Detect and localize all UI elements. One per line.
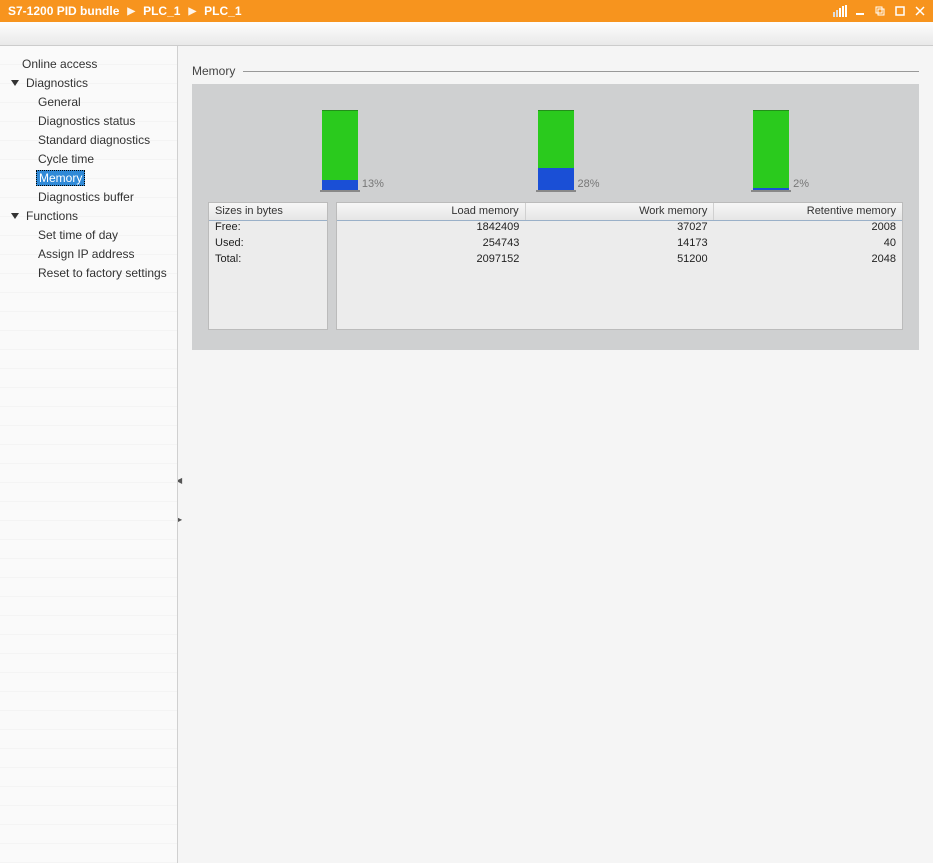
tree-item-set-time-of-day[interactable]: Set time of day <box>0 225 177 244</box>
bar-chart <box>753 110 789 190</box>
table-row: Total: <box>209 253 327 269</box>
nav-tree: Online access Diagnostics General Diagnosti… <box>0 46 177 282</box>
table-header-sizes: Sizes in bytes <box>209 203 327 220</box>
cell-value: 254743 <box>337 237 525 253</box>
close-button[interactable] <box>913 4 927 18</box>
tree-item-label: Diagnostics buffer <box>36 189 136 205</box>
splitter-left-icon[interactable]: ◀ <box>178 476 182 485</box>
breadcrumb-item[interactable]: PLC_1 <box>143 4 180 18</box>
memory-bar-load-memory: 13% <box>232 110 448 190</box>
panel-title: Memory <box>192 64 235 78</box>
row-label: Used: <box>209 237 327 253</box>
splitter-right-icon[interactable]: ▶ <box>178 515 182 524</box>
table-row: 2547431417340 <box>337 237 902 253</box>
chevron-right-icon: ▶ <box>188 6 196 17</box>
toolbar <box>0 22 933 46</box>
tree-item-label: Cycle time <box>36 151 96 167</box>
bar-chart <box>538 110 574 190</box>
content-area: ◀ ▶ Memory 13% 28% 2% Sizes in bytes Free:… <box>178 46 933 863</box>
tree-item-label: Reset to factory settings <box>36 265 169 281</box>
tree-item-general[interactable]: General <box>0 92 177 111</box>
tree-item-label: Diagnostics status <box>36 113 137 129</box>
titlebar: S7-1200 PID bundle ▶ PLC_1 ▶ PLC_1 <box>0 0 933 22</box>
tree-item-label: Online access <box>20 56 99 72</box>
tree-item-label: Diagnostics <box>24 75 90 91</box>
tree-item-functions[interactable]: Functions <box>0 206 177 225</box>
tree-item-label: Memory <box>36 170 85 186</box>
column-header[interactable]: Retentive memory <box>714 203 902 220</box>
signal-bars-icon <box>833 5 847 17</box>
column-header[interactable]: Load memory <box>337 203 526 220</box>
memory-table: Sizes in bytes Free:Used:Total: Load mem… <box>208 202 903 330</box>
tree-item-assign-ip-address[interactable]: Assign IP address <box>0 244 177 263</box>
bar-chart <box>322 110 358 190</box>
cell-value: 14173 <box>525 237 713 253</box>
cell-value: 40 <box>714 237 902 253</box>
maximize-button[interactable] <box>893 4 907 18</box>
column-header[interactable]: Work memory <box>526 203 715 220</box>
tree-item-label: Functions <box>24 208 80 224</box>
tree-item-label: Set time of day <box>36 227 120 243</box>
row-label: Free: <box>209 221 327 237</box>
caret-down-icon[interactable] <box>10 78 20 88</box>
cell-value: 2008 <box>714 221 902 237</box>
table-row: 2097152512002048 <box>337 253 902 269</box>
row-label: Total: <box>209 253 327 269</box>
tree-item-cycle-time[interactable]: Cycle time <box>0 149 177 168</box>
bar-pct-label: 28% <box>578 178 600 190</box>
table-row: 1842409370272008 <box>337 221 902 237</box>
breadcrumb-item[interactable]: PLC_1 <box>204 4 241 18</box>
sidebar: Online access Diagnostics General Diagnosti… <box>0 46 178 863</box>
cell-value: 1842409 <box>337 221 525 237</box>
bar-used-segment <box>538 168 574 190</box>
table-row: Used: <box>209 237 327 253</box>
restore-button[interactable] <box>873 4 887 18</box>
cell-value: 37027 <box>525 221 713 237</box>
cell-value: 2048 <box>714 253 902 269</box>
memory-bar-retentive-memory: 2% <box>663 110 879 190</box>
minimize-button[interactable] <box>853 4 867 18</box>
tree-item-diagnostics[interactable]: Diagnostics <box>0 73 177 92</box>
tree-item-online-access[interactable]: Online access <box>0 54 177 73</box>
chevron-right-icon: ▶ <box>127 6 135 17</box>
table-values: Load memoryWork memoryRetentive memory 1… <box>336 202 903 330</box>
tree-item-reset-to-factory-settings[interactable]: Reset to factory settings <box>0 263 177 282</box>
memory-bar-work-memory: 28% <box>448 110 664 190</box>
tree-item-diagnostics-buffer[interactable]: Diagnostics buffer <box>0 187 177 206</box>
tree-item-label: Standard diagnostics <box>36 132 152 148</box>
tree-item-label: General <box>36 94 83 110</box>
bar-used-segment <box>322 180 358 190</box>
caret-down-icon[interactable] <box>10 211 20 221</box>
tree-item-diagnostics-status[interactable]: Diagnostics status <box>0 111 177 130</box>
bar-pct-label: 2% <box>793 178 809 190</box>
breadcrumb-item[interactable]: S7-1200 PID bundle <box>8 4 119 18</box>
tree-item-label: Assign IP address <box>36 246 137 262</box>
tree-item-memory[interactable]: Memory <box>0 168 177 187</box>
bar-pct-label: 13% <box>362 178 384 190</box>
table-row-labels: Sizes in bytes Free:Used:Total: <box>208 202 328 330</box>
cell-value: 2097152 <box>337 253 525 269</box>
memory-charts: 13% 28% 2% <box>232 110 879 190</box>
cell-value: 51200 <box>525 253 713 269</box>
table-row: Free: <box>209 221 327 237</box>
memory-panel: 13% 28% 2% Sizes in bytes Free:Used:Total:… <box>192 84 919 350</box>
panel-header: Memory <box>192 64 919 78</box>
tree-item-standard-diagnostics[interactable]: Standard diagnostics <box>0 130 177 149</box>
